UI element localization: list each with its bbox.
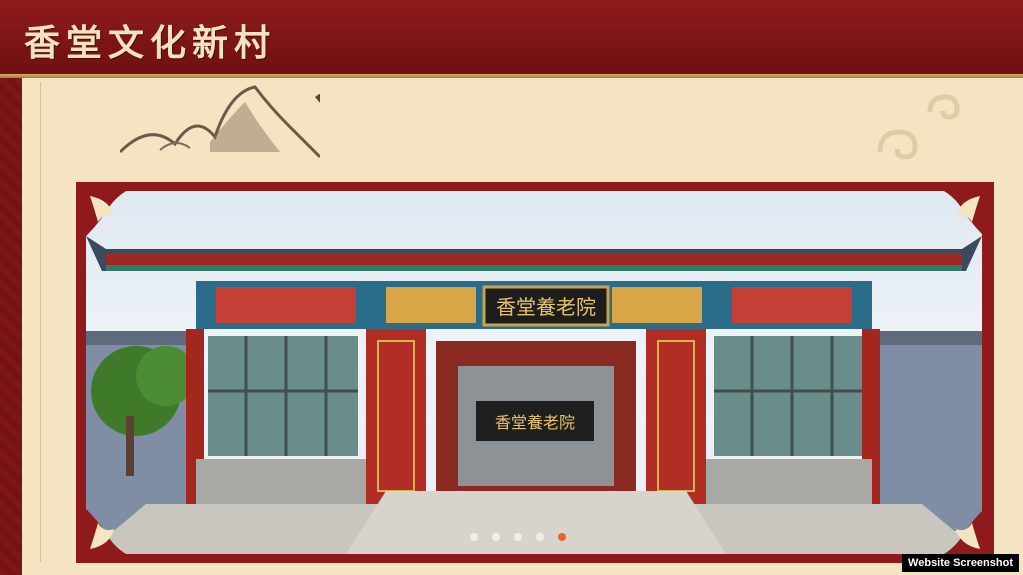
slider-dot-5-active[interactable] bbox=[558, 533, 566, 541]
slider-dot-4[interactable] bbox=[536, 533, 544, 541]
corner-ornament-bottom-left bbox=[80, 503, 136, 559]
left-border-pattern bbox=[0, 78, 22, 575]
slider-pagination bbox=[470, 533, 566, 541]
site-title: 香堂文化新村 bbox=[24, 22, 277, 64]
cloud-scroll-decoration bbox=[877, 94, 960, 160]
slider-dot-1[interactable] bbox=[470, 533, 478, 541]
corner-ornament-top-right bbox=[934, 186, 990, 242]
gate-illustration: 香堂養老院 香堂養老院 bbox=[86, 236, 982, 554]
inner-plaque: 香堂養老院 bbox=[495, 413, 575, 432]
site-header: 香堂文化新村 bbox=[0, 0, 1023, 78]
slider-dot-2[interactable] bbox=[492, 533, 500, 541]
corner-ornament-top-left bbox=[80, 186, 136, 242]
corner-ornament-bottom-right bbox=[934, 503, 990, 559]
panel-divider bbox=[40, 82, 41, 562]
ink-mountain-decoration bbox=[120, 85, 320, 159]
gate-plaque: 香堂養老院 bbox=[496, 295, 596, 319]
website-screenshot-badge: Website Screenshot bbox=[902, 554, 1019, 572]
slider-dot-3[interactable] bbox=[514, 533, 522, 541]
slideshow-photo: 香堂養老院 香堂養老院 bbox=[86, 191, 982, 554]
